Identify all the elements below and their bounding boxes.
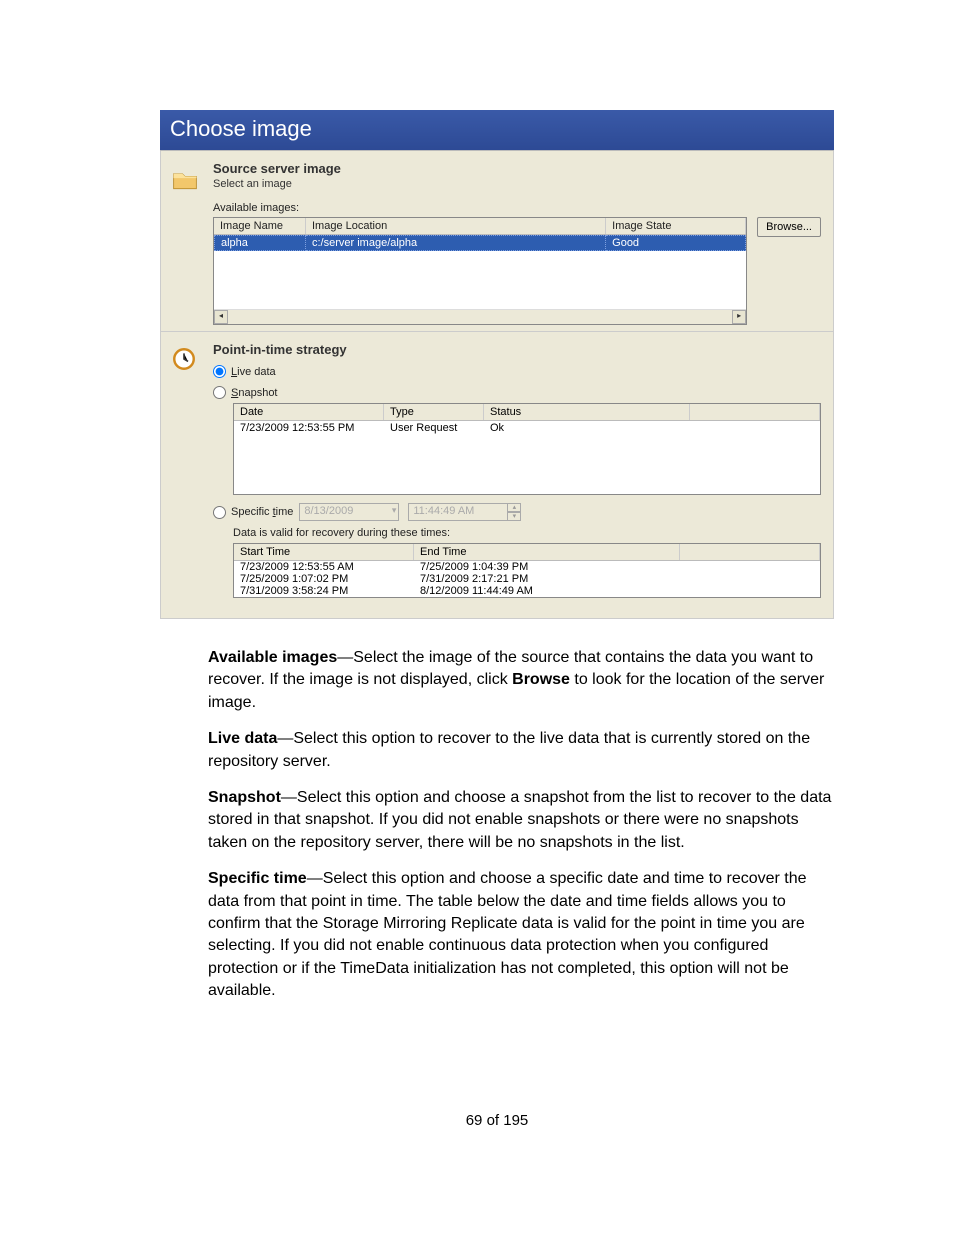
col-snap-status[interactable]: Status: [484, 404, 690, 420]
available-images-label: Available images:: [213, 202, 821, 214]
radio-live-label: LLive dataive data: [231, 366, 276, 378]
table-row[interactable]: 7/23/2009 12:53:55 PM User Request Ok: [234, 421, 820, 435]
col-snap-empty: [690, 404, 820, 420]
pit-heading: Point-in-time strategy: [213, 342, 821, 357]
table-row[interactable]: alpha c:/server image/alpha Good: [214, 235, 746, 251]
page-number: 69 of 195: [160, 1112, 834, 1129]
specific-date-field: 8/13/2009: [299, 503, 399, 521]
doc-body: Available images—Select the image of the…: [160, 647, 834, 1002]
specific-time-field: 11:44:49 AM: [408, 503, 508, 521]
source-sub: Select an image: [213, 178, 821, 190]
col-image-location[interactable]: Image Location: [306, 218, 606, 234]
table-row[interactable]: 7/31/2009 3:58:24 PM 8/12/2009 11:44:49 …: [234, 585, 820, 597]
scroll-right-icon[interactable]: ▸: [732, 310, 746, 324]
source-heading: Source server image: [213, 161, 821, 176]
valid-times-label: Data is valid for recovery during these …: [233, 527, 821, 539]
radio-specific-label: Specific time: [231, 506, 293, 518]
valid-times-table[interactable]: Start Time End Time 7/23/2009 12:53:55 A…: [233, 543, 821, 598]
radio-live-input[interactable]: [213, 365, 226, 378]
radio-specific-input[interactable]: [213, 506, 226, 519]
horizontal-scrollbar[interactable]: ◂ ▸: [214, 309, 746, 324]
col-snap-type[interactable]: Type: [384, 404, 484, 420]
table-row[interactable]: 7/23/2009 12:53:55 AM 7/25/2009 1:04:39 …: [234, 561, 820, 573]
radio-snapshot[interactable]: Snapshot: [213, 386, 821, 399]
dialog-body: Source server image Select an image Avai…: [160, 151, 834, 619]
col-image-state[interactable]: Image State: [606, 218, 746, 234]
images-table[interactable]: Image Name Image Location Image State al…: [213, 217, 747, 325]
col-start-time[interactable]: Start Time: [234, 544, 414, 560]
table-row[interactable]: 7/25/2009 1:07:02 PM 7/31/2009 2:17:21 P…: [234, 573, 820, 585]
col-times-empty: [680, 544, 820, 560]
scroll-left-icon[interactable]: ◂: [214, 310, 228, 324]
radio-snapshot-input[interactable]: [213, 386, 226, 399]
time-spinner: ▴▾: [507, 503, 521, 521]
cell-snap-type: User Request: [384, 421, 484, 435]
radio-specific-time[interactable]: Specific time 8/13/2009 11:44:49 AM ▴▾: [213, 503, 821, 521]
cell-state: Good: [606, 235, 746, 251]
col-snap-date[interactable]: Date: [234, 404, 384, 420]
para-snapshot: Snapshot—Select this option and choose a…: [208, 787, 834, 854]
para-live-data: Live data—Select this option to recover …: [208, 728, 834, 773]
folder-icon: [171, 165, 199, 193]
clock-icon: [171, 346, 199, 374]
cell-snap-date: 7/23/2009 12:53:55 PM: [234, 421, 384, 435]
source-server-section: Source server image Select an image Avai…: [161, 151, 833, 331]
browse-button[interactable]: Browse...: [757, 217, 821, 237]
cell-snap-status: Ok: [484, 421, 820, 435]
cell-location: c:/server image/alpha: [306, 235, 606, 251]
para-specific-time: Specific time—Select this option and cho…: [208, 868, 834, 1002]
col-end-time[interactable]: End Time: [414, 544, 680, 560]
col-image-name[interactable]: Image Name: [214, 218, 306, 234]
para-available-images: Available images—Select the image of the…: [208, 647, 834, 714]
radio-snapshot-label: Snapshot: [231, 387, 278, 399]
radio-live-data[interactable]: LLive dataive data: [213, 365, 821, 378]
point-in-time-section: Point-in-time strategy LLive dataive dat…: [161, 331, 833, 610]
snapshot-table[interactable]: Date Type Status 7/23/2009 12:53:55 PM U…: [233, 403, 821, 495]
cell-name: alpha: [214, 235, 306, 251]
dialog-title: Choose image: [160, 110, 834, 151]
